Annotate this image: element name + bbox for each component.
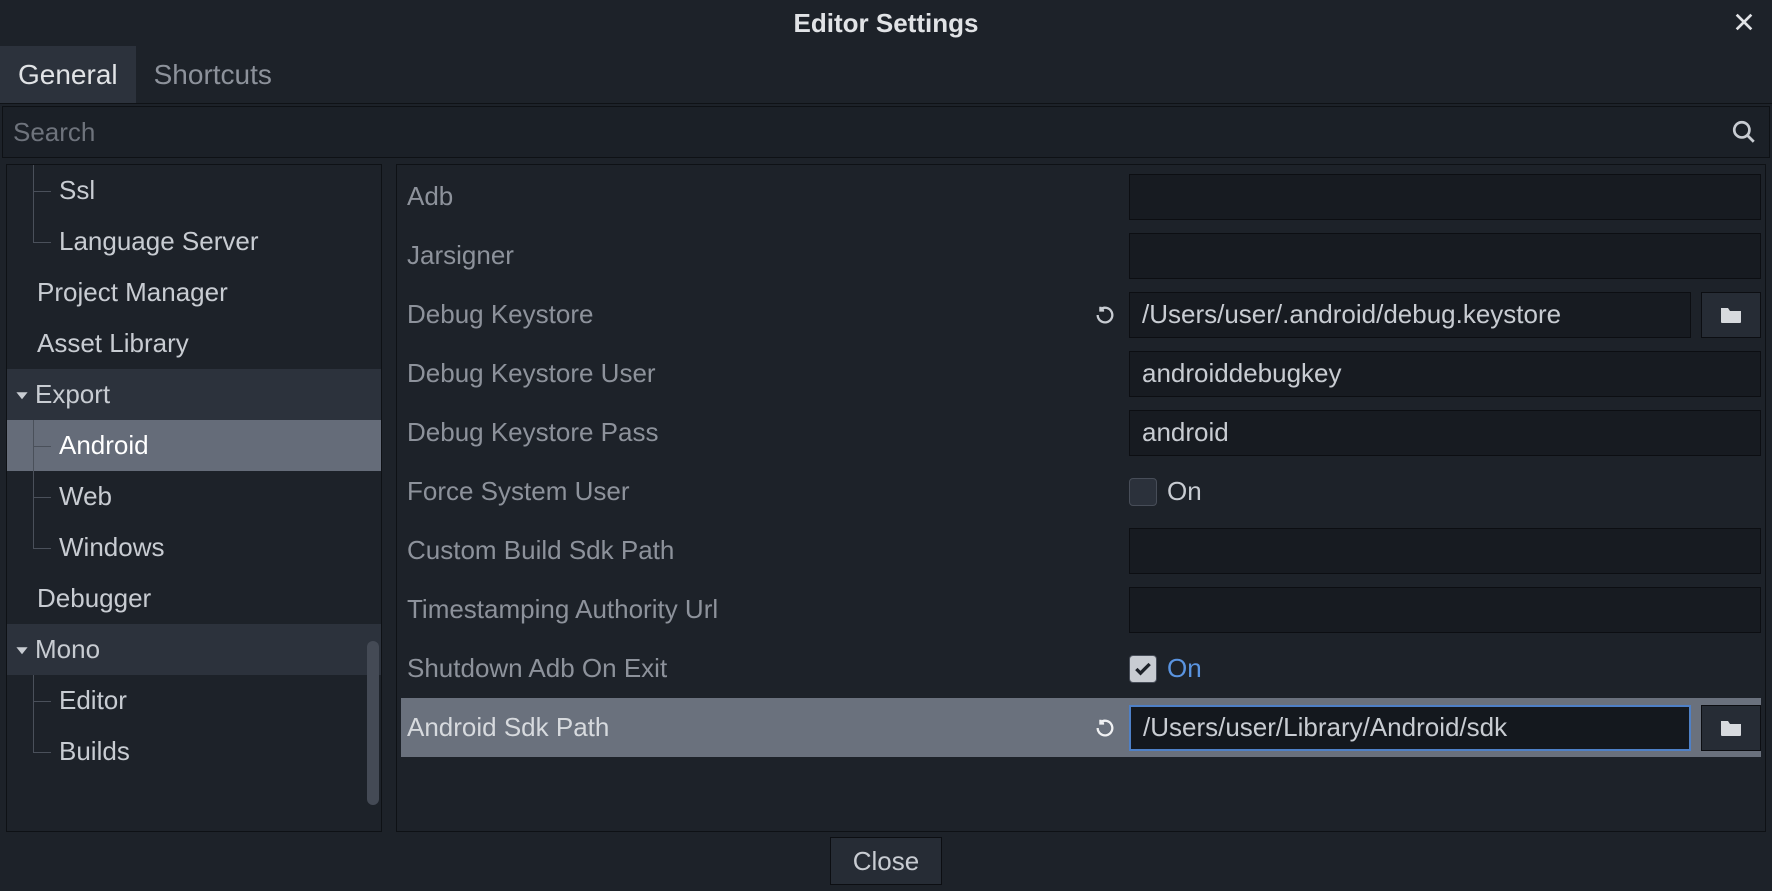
shutdown-adb-on-exit-checkbox[interactable] (1129, 655, 1157, 683)
setting-label: Adb (401, 181, 1081, 212)
tree-item-language-server[interactable]: Language Server (7, 216, 381, 267)
browse-button[interactable] (1701, 705, 1761, 751)
window-title: Editor Settings (794, 8, 979, 39)
tab-general[interactable]: General (0, 46, 136, 103)
checkbox-label: On (1167, 653, 1202, 684)
tree-item-project-manager[interactable]: Project Manager (7, 267, 381, 318)
setting-label: Custom Build Sdk Path (401, 535, 1081, 566)
title-bar: Editor Settings (0, 0, 1772, 46)
scrollbar-thumb[interactable] (367, 641, 379, 805)
setting-row-adb: Adb (401, 167, 1761, 226)
setting-label: Jarsigner (401, 240, 1081, 271)
setting-label: Timestamping Authority Url (401, 594, 1081, 625)
setting-row-timestamping-authority-url: Timestamping Authority Url (401, 580, 1761, 639)
tab-bar: General Shortcuts (0, 46, 1772, 104)
android-sdk-path-input[interactable] (1129, 705, 1691, 751)
tree-item-debugger[interactable]: Debugger (7, 573, 381, 624)
tree-item-builds[interactable]: Builds (7, 726, 381, 777)
adb-input[interactable] (1129, 174, 1761, 220)
setting-row-jarsigner: Jarsigner (401, 226, 1761, 285)
tree-item-web[interactable]: Web (7, 471, 381, 522)
search-bar (2, 106, 1770, 158)
setting-label: Debug Keystore User (401, 358, 1081, 389)
setting-row-android-sdk-path: Android Sdk Path (401, 698, 1761, 757)
setting-row-debug-keystore-pass: Debug Keystore Pass (401, 403, 1761, 462)
settings-category-tree: Ssl Language Server Project Manager Asse… (6, 164, 382, 832)
tree-item-ssl[interactable]: Ssl (7, 165, 381, 216)
browse-button[interactable] (1701, 292, 1761, 338)
chevron-down-icon (11, 643, 33, 657)
tree-item-export[interactable]: Export (7, 369, 381, 420)
reset-icon[interactable] (1089, 304, 1121, 326)
tab-shortcuts[interactable]: Shortcuts (136, 46, 290, 103)
main-area: Ssl Language Server Project Manager Asse… (0, 158, 1772, 832)
setting-row-debug-keystore: Debug Keystore (401, 285, 1761, 344)
custom-build-sdk-path-input[interactable] (1129, 528, 1761, 574)
setting-row-custom-build-sdk-path: Custom Build Sdk Path (401, 521, 1761, 580)
setting-label: Shutdown Adb On Exit (401, 653, 1081, 684)
tree-item-editor[interactable]: Editor (7, 675, 381, 726)
close-button[interactable]: Close (830, 837, 942, 885)
search-input[interactable] (3, 107, 1719, 157)
search-icon[interactable] (1719, 107, 1769, 157)
setting-label: Force System User (401, 476, 1081, 507)
chevron-down-icon (11, 388, 33, 402)
setting-label: Android Sdk Path (401, 712, 1081, 743)
tree-item-asset-library[interactable]: Asset Library (7, 318, 381, 369)
reset-icon[interactable] (1089, 717, 1121, 739)
close-icon[interactable] (1728, 6, 1760, 38)
tree-item-windows[interactable]: Windows (7, 522, 381, 573)
setting-row-force-system-user: Force System User On (401, 462, 1761, 521)
setting-label: Debug Keystore (401, 299, 1081, 330)
setting-label: Debug Keystore Pass (401, 417, 1081, 448)
setting-row-shutdown-adb-on-exit: Shutdown Adb On Exit On (401, 639, 1761, 698)
settings-panel: Adb Jarsigner Debug Keystore Debug Keyst… (396, 164, 1766, 832)
debug-keystore-user-input[interactable] (1129, 351, 1761, 397)
debug-keystore-input[interactable] (1129, 292, 1691, 338)
setting-row-debug-keystore-user: Debug Keystore User (401, 344, 1761, 403)
dialog-footer: Close (0, 834, 1772, 888)
debug-keystore-pass-input[interactable] (1129, 410, 1761, 456)
tree-item-android[interactable]: Android (7, 420, 381, 471)
timestamping-authority-url-input[interactable] (1129, 587, 1761, 633)
force-system-user-checkbox[interactable] (1129, 478, 1157, 506)
jarsigner-input[interactable] (1129, 233, 1761, 279)
checkbox-label: On (1167, 476, 1202, 507)
tree-item-mono[interactable]: Mono (7, 624, 381, 675)
